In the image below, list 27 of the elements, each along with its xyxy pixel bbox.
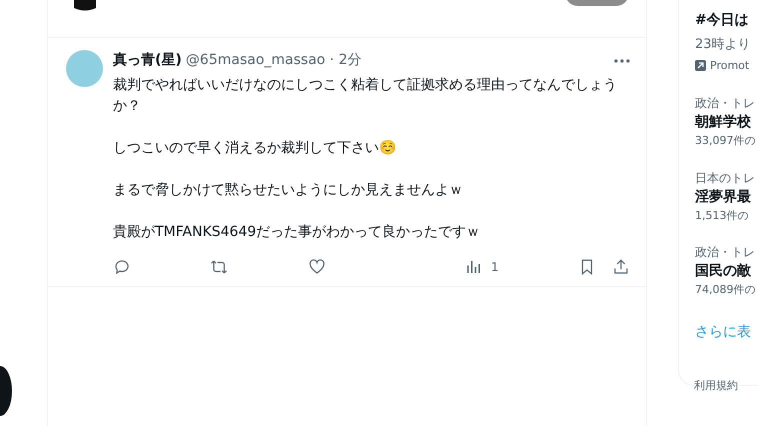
view-count: 1 <box>490 259 499 276</box>
trend-context: 日本のトレ <box>695 170 756 186</box>
trend-context: 政治・トレ <box>695 244 756 261</box>
promoted-label: Promot <box>710 58 750 74</box>
terms-link[interactable]: 利用規約 <box>694 378 758 394</box>
trend-title[interactable]: 淫夢界最 <box>695 186 758 208</box>
tweet-text: まるで脅しかけて黙らせたいようにしか見えませんよｗ <box>113 181 464 200</box>
post-count: 33,097件の <box>695 133 756 149</box>
author-name[interactable]: 真っ青(星) <box>113 50 182 71</box>
tweet-meta: @65masao_massao · 2分 <box>186 51 362 70</box>
tweet-text: しつこいので早く消えるか裁判して下さい☺ <box>113 139 397 158</box>
trend-subtitle: 23時より <box>695 36 752 54</box>
more-icon[interactable] <box>614 58 630 62</box>
tweet-text: 裁判でやればいいだけなのにしつこく粘着して証拠求める理由ってなんでしょうか？ <box>113 76 618 116</box>
trend-context: 政治・トレ <box>695 95 756 112</box>
heart-icon[interactable] <box>308 258 326 276</box>
repost-icon[interactable] <box>210 258 228 276</box>
trend-title[interactable]: 朝鮮学校 <box>695 112 758 133</box>
promoted-icon <box>695 60 706 72</box>
reply-icon[interactable] <box>113 258 131 276</box>
trend-title[interactable]: #今日は <box>695 10 758 31</box>
post-count: 74,089件の <box>695 282 756 298</box>
post-count: 1,513件の <box>695 208 750 224</box>
tweet-text: 貴殿がTMFANKS4649だった事がわかって良かったですｗ <box>113 223 482 242</box>
share-icon[interactable] <box>612 258 630 276</box>
bar-chart-icon[interactable] <box>464 258 483 276</box>
trend-title[interactable]: 国民の敵 <box>695 261 758 282</box>
